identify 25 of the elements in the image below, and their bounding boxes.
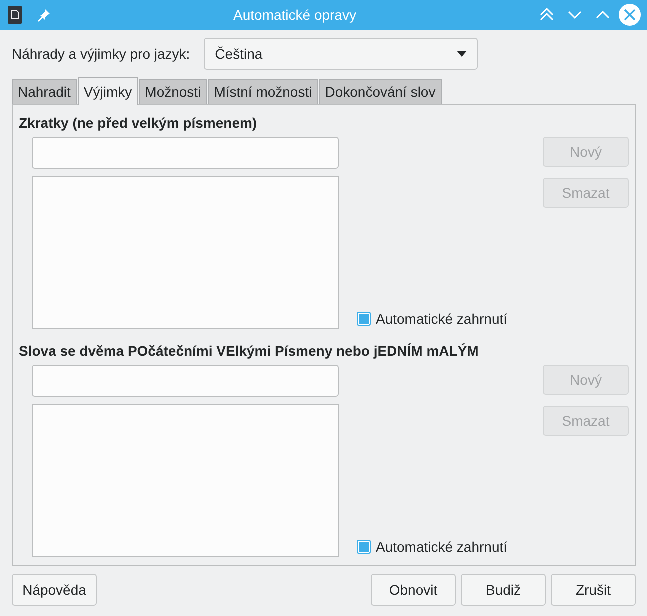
input-field[interactable] [32,365,339,397]
dialog-button[interactable]: Obnovit [371,574,456,606]
window-title: Automatické opravy [232,7,358,23]
dropdown-arrow-icon [457,51,468,57]
language-dropdown[interactable]: Čeština [204,38,478,70]
tab[interactable]: Nahradit [12,79,77,104]
input-field[interactable] [32,137,339,169]
close-icon[interactable] [619,4,641,26]
section-title: Slova se dvěma POčátečními VElkými Písmeny nebo jEDNÍM mALÝM [19,343,480,359]
tab[interactable]: Dokončování slov [319,79,442,104]
tab[interactable]: Výjimky [78,77,138,105]
dialog-button[interactable]: Zrušit [551,574,636,606]
checkbox-label: Automatické zahrnutí [376,539,508,555]
section-title: Zkratky (ne před velkým písmenem) [19,115,258,131]
document-icon [7,5,23,25]
pin-icon[interactable] [37,8,51,22]
tab[interactable]: Místní možnosti [208,79,318,104]
tab[interactable]: Možnosti [139,79,208,104]
dialog-button[interactable]: Budiž [461,574,546,606]
language-label: Náhrady a výjimky pro jazyk: [12,46,190,62]
checkbox[interactable] [357,312,371,326]
help-button[interactable]: Nápověda [12,574,97,606]
keep-above-icon[interactable] [539,7,555,23]
checkbox-label: Automatické zahrnutí [376,311,508,327]
checkbox[interactable] [357,540,371,554]
